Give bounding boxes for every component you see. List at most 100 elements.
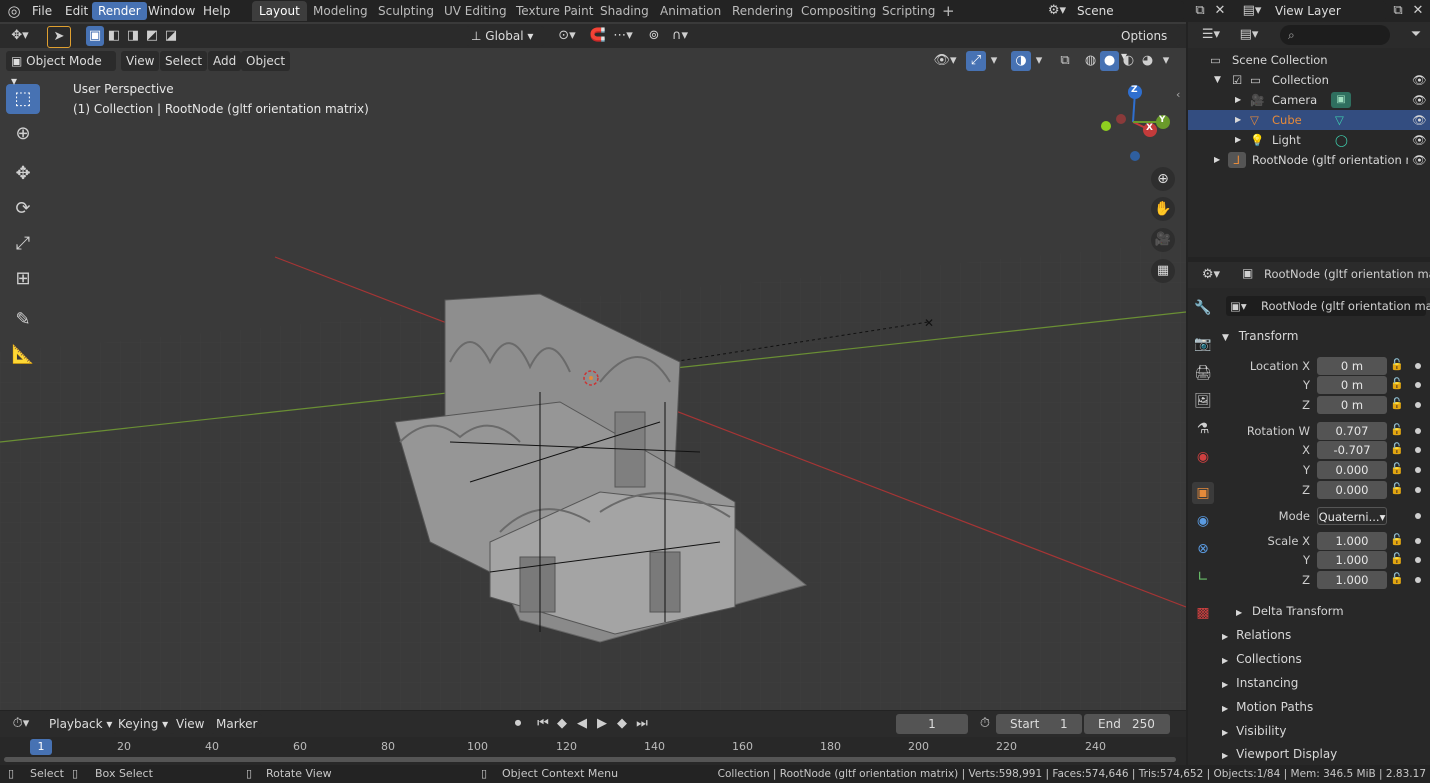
- view-menu[interactable]: View: [121, 51, 160, 71]
- outliner-row-rootnode[interactable]: ▶ ⅃ RootNode (gltf orientation matr 👁: [1188, 150, 1430, 170]
- scale-z-field[interactable]: 1.000: [1317, 571, 1387, 589]
- pivot-point-icon[interactable]: ⊙▾: [552, 26, 582, 46]
- zoom-icon[interactable]: ⊕: [1151, 167, 1175, 191]
- outliner-row-collection[interactable]: ▼ ☑ ▭ Collection 👁: [1188, 70, 1430, 90]
- annotate-tool-icon[interactable]: ✎: [6, 305, 40, 335]
- scene-name-field[interactable]: Scene: [1072, 1, 1184, 21]
- rotation-y-field[interactable]: 0.000: [1317, 461, 1387, 479]
- lock-icon[interactable]: 🔓: [1390, 533, 1404, 546]
- overlays-dropdown-icon[interactable]: ▾: [1031, 51, 1047, 71]
- rotation-mode-dropdown[interactable]: Quaterni...▾: [1317, 507, 1387, 525]
- tab-scripting[interactable]: Scripting: [875, 1, 942, 21]
- remove-scene-icon[interactable]: ✕: [1210, 1, 1230, 21]
- rotation-w-field[interactable]: 0.707: [1317, 422, 1387, 440]
- timeline-view-menu[interactable]: View: [171, 714, 210, 734]
- lock-icon[interactable]: 🔓: [1390, 442, 1404, 455]
- viewport-scene[interactable]: ✕: [0, 22, 1186, 710]
- visibility-panel-header[interactable]: ▶ Visibility: [1218, 720, 1430, 742]
- play-reverse-icon[interactable]: ◀: [572, 714, 592, 734]
- gizmo-dropdown-icon[interactable]: ▾: [986, 51, 1002, 71]
- preview-range-icon[interactable]: ⏱: [975, 714, 995, 734]
- eye-icon[interactable]: 👁: [1412, 70, 1427, 90]
- keyframe-dot-icon[interactable]: [1415, 428, 1421, 434]
- outliner-editor-type-icon[interactable]: ☰▾: [1196, 25, 1226, 45]
- pan-hand-icon[interactable]: ✋: [1151, 197, 1175, 221]
- object-menu[interactable]: Object: [241, 51, 291, 71]
- rendered-shading-icon[interactable]: ◕: [1138, 51, 1157, 71]
- camera-data-icon[interactable]: ▣: [1331, 92, 1351, 108]
- marker-menu[interactable]: Marker: [211, 714, 263, 734]
- menu-help[interactable]: Help: [197, 2, 236, 20]
- tab-uv-editing[interactable]: UV Editing: [437, 1, 514, 21]
- view-layer-icon[interactable]: ▤▾: [1237, 1, 1267, 21]
- navigation-gizmo[interactable]: Z X Y: [1095, 82, 1175, 162]
- gizmo-toggle-icon[interactable]: ⤢: [966, 51, 986, 71]
- jump-end-icon[interactable]: ⏭: [632, 714, 652, 734]
- location-x-field[interactable]: 0 m: [1317, 357, 1387, 375]
- remove-view-layer-icon[interactable]: ✕: [1408, 1, 1428, 21]
- proportional-falloff-icon[interactable]: ∩▾: [666, 26, 694, 46]
- outliner-row-cube[interactable]: ▶ ▽ Cube ▽ 👁: [1188, 110, 1430, 130]
- options-dropdown[interactable]: Options ▾: [1116, 26, 1180, 63]
- tab-layout[interactable]: Layout: [252, 1, 307, 21]
- collapse-sidebar-icon[interactable]: ‹: [1176, 88, 1186, 101]
- tab-sculpting[interactable]: Sculpting: [371, 1, 441, 21]
- lock-icon[interactable]: 🔓: [1390, 397, 1404, 410]
- new-scene-icon[interactable]: ⧉: [1190, 1, 1210, 21]
- scale-y-field[interactable]: 1.000: [1317, 551, 1387, 569]
- playback-menu[interactable]: Playback ▾: [44, 714, 118, 734]
- playhead-frame[interactable]: 1: [30, 739, 52, 755]
- jump-start-icon[interactable]: ⏮: [533, 714, 553, 734]
- keyframe-dot-icon[interactable]: [1415, 577, 1421, 583]
- properties-editor-type-icon[interactable]: ⚙▾: [1196, 265, 1226, 285]
- menu-window[interactable]: Window: [142, 2, 201, 20]
- snap-target-icon[interactable]: ⋯▾: [608, 26, 638, 46]
- keyframe-dot-icon[interactable]: [1415, 402, 1421, 408]
- current-frame-field[interactable]: 1: [896, 714, 968, 734]
- collections-panel-header[interactable]: ▶ Collections: [1218, 648, 1430, 670]
- keyframe-dot-icon[interactable]: [1415, 538, 1421, 544]
- timeline-scrollbar[interactable]: [4, 757, 1176, 762]
- active-tool-icon[interactable]: ➤: [47, 26, 71, 48]
- lock-icon[interactable]: 🔓: [1390, 377, 1404, 390]
- select-mode-new-icon[interactable]: ▣: [86, 26, 104, 46]
- wireframe-shading-icon[interactable]: ◍: [1081, 51, 1100, 71]
- rotate-tool-icon[interactable]: ⟳: [6, 194, 40, 224]
- overlays-toggle-icon[interactable]: ◑: [1011, 51, 1031, 71]
- lock-icon[interactable]: 🔓: [1390, 572, 1404, 585]
- material-shading-icon[interactable]: ◐: [1119, 51, 1138, 71]
- measure-tool-icon[interactable]: 📐: [6, 340, 40, 370]
- mesh-data-icon[interactable]: ▽: [1335, 110, 1344, 130]
- relations-panel-header[interactable]: ▶ Relations: [1218, 624, 1430, 646]
- select-menu[interactable]: Select: [160, 51, 208, 71]
- rotation-x-field[interactable]: -0.707: [1317, 441, 1387, 459]
- scale-x-field[interactable]: 1.000: [1317, 532, 1387, 550]
- camera-view-icon[interactable]: 🎥: [1151, 228, 1175, 252]
- eye-icon[interactable]: 👁: [1412, 150, 1427, 170]
- tab-animation[interactable]: Animation: [653, 1, 728, 21]
- select-mode-extend-icon[interactable]: ◧: [105, 26, 123, 46]
- cursor-tool-icon[interactable]: ⊕: [6, 119, 40, 149]
- instancing-panel-header[interactable]: ▶ Instancing: [1218, 672, 1430, 694]
- lock-icon[interactable]: 🔓: [1390, 423, 1404, 436]
- editor-type-icon[interactable]: ✥▾: [4, 26, 36, 46]
- keyframe-dot-icon[interactable]: [1415, 487, 1421, 493]
- filter-icon[interactable]: ⏷: [1406, 25, 1426, 45]
- visibility-filter-icon[interactable]: 👁▾: [930, 51, 960, 71]
- prev-keyframe-icon[interactable]: ◆: [552, 714, 572, 734]
- tab-compositing[interactable]: Compositing: [794, 1, 883, 21]
- tab-rendering[interactable]: Rendering: [725, 1, 800, 21]
- keyframe-dot-icon[interactable]: [1415, 557, 1421, 563]
- delta-transform-subpanel[interactable]: ▶ Delta Transform: [1232, 600, 1422, 622]
- menu-edit[interactable]: Edit: [59, 2, 94, 20]
- keying-menu[interactable]: Keying ▾: [113, 714, 174, 734]
- outliner-row-light[interactable]: ▶ 💡 Light ◯ 👁: [1188, 130, 1430, 150]
- tab-texture-paint[interactable]: Texture Paint: [509, 1, 600, 21]
- tool-tab-icon[interactable]: 🔧: [1192, 297, 1214, 319]
- outliner-row-scene-collection[interactable]: ▭ Scene Collection: [1188, 50, 1430, 70]
- keyframe-dot-icon[interactable]: [1415, 363, 1421, 369]
- play-icon[interactable]: ▶: [592, 714, 612, 734]
- blender-logo-icon[interactable]: ◎: [4, 1, 24, 21]
- viewport-display-panel-header[interactable]: ▶ Viewport Display: [1218, 743, 1430, 765]
- object-name-field[interactable]: ▣▾ RootNode (gltf orientation mat...: [1226, 296, 1430, 316]
